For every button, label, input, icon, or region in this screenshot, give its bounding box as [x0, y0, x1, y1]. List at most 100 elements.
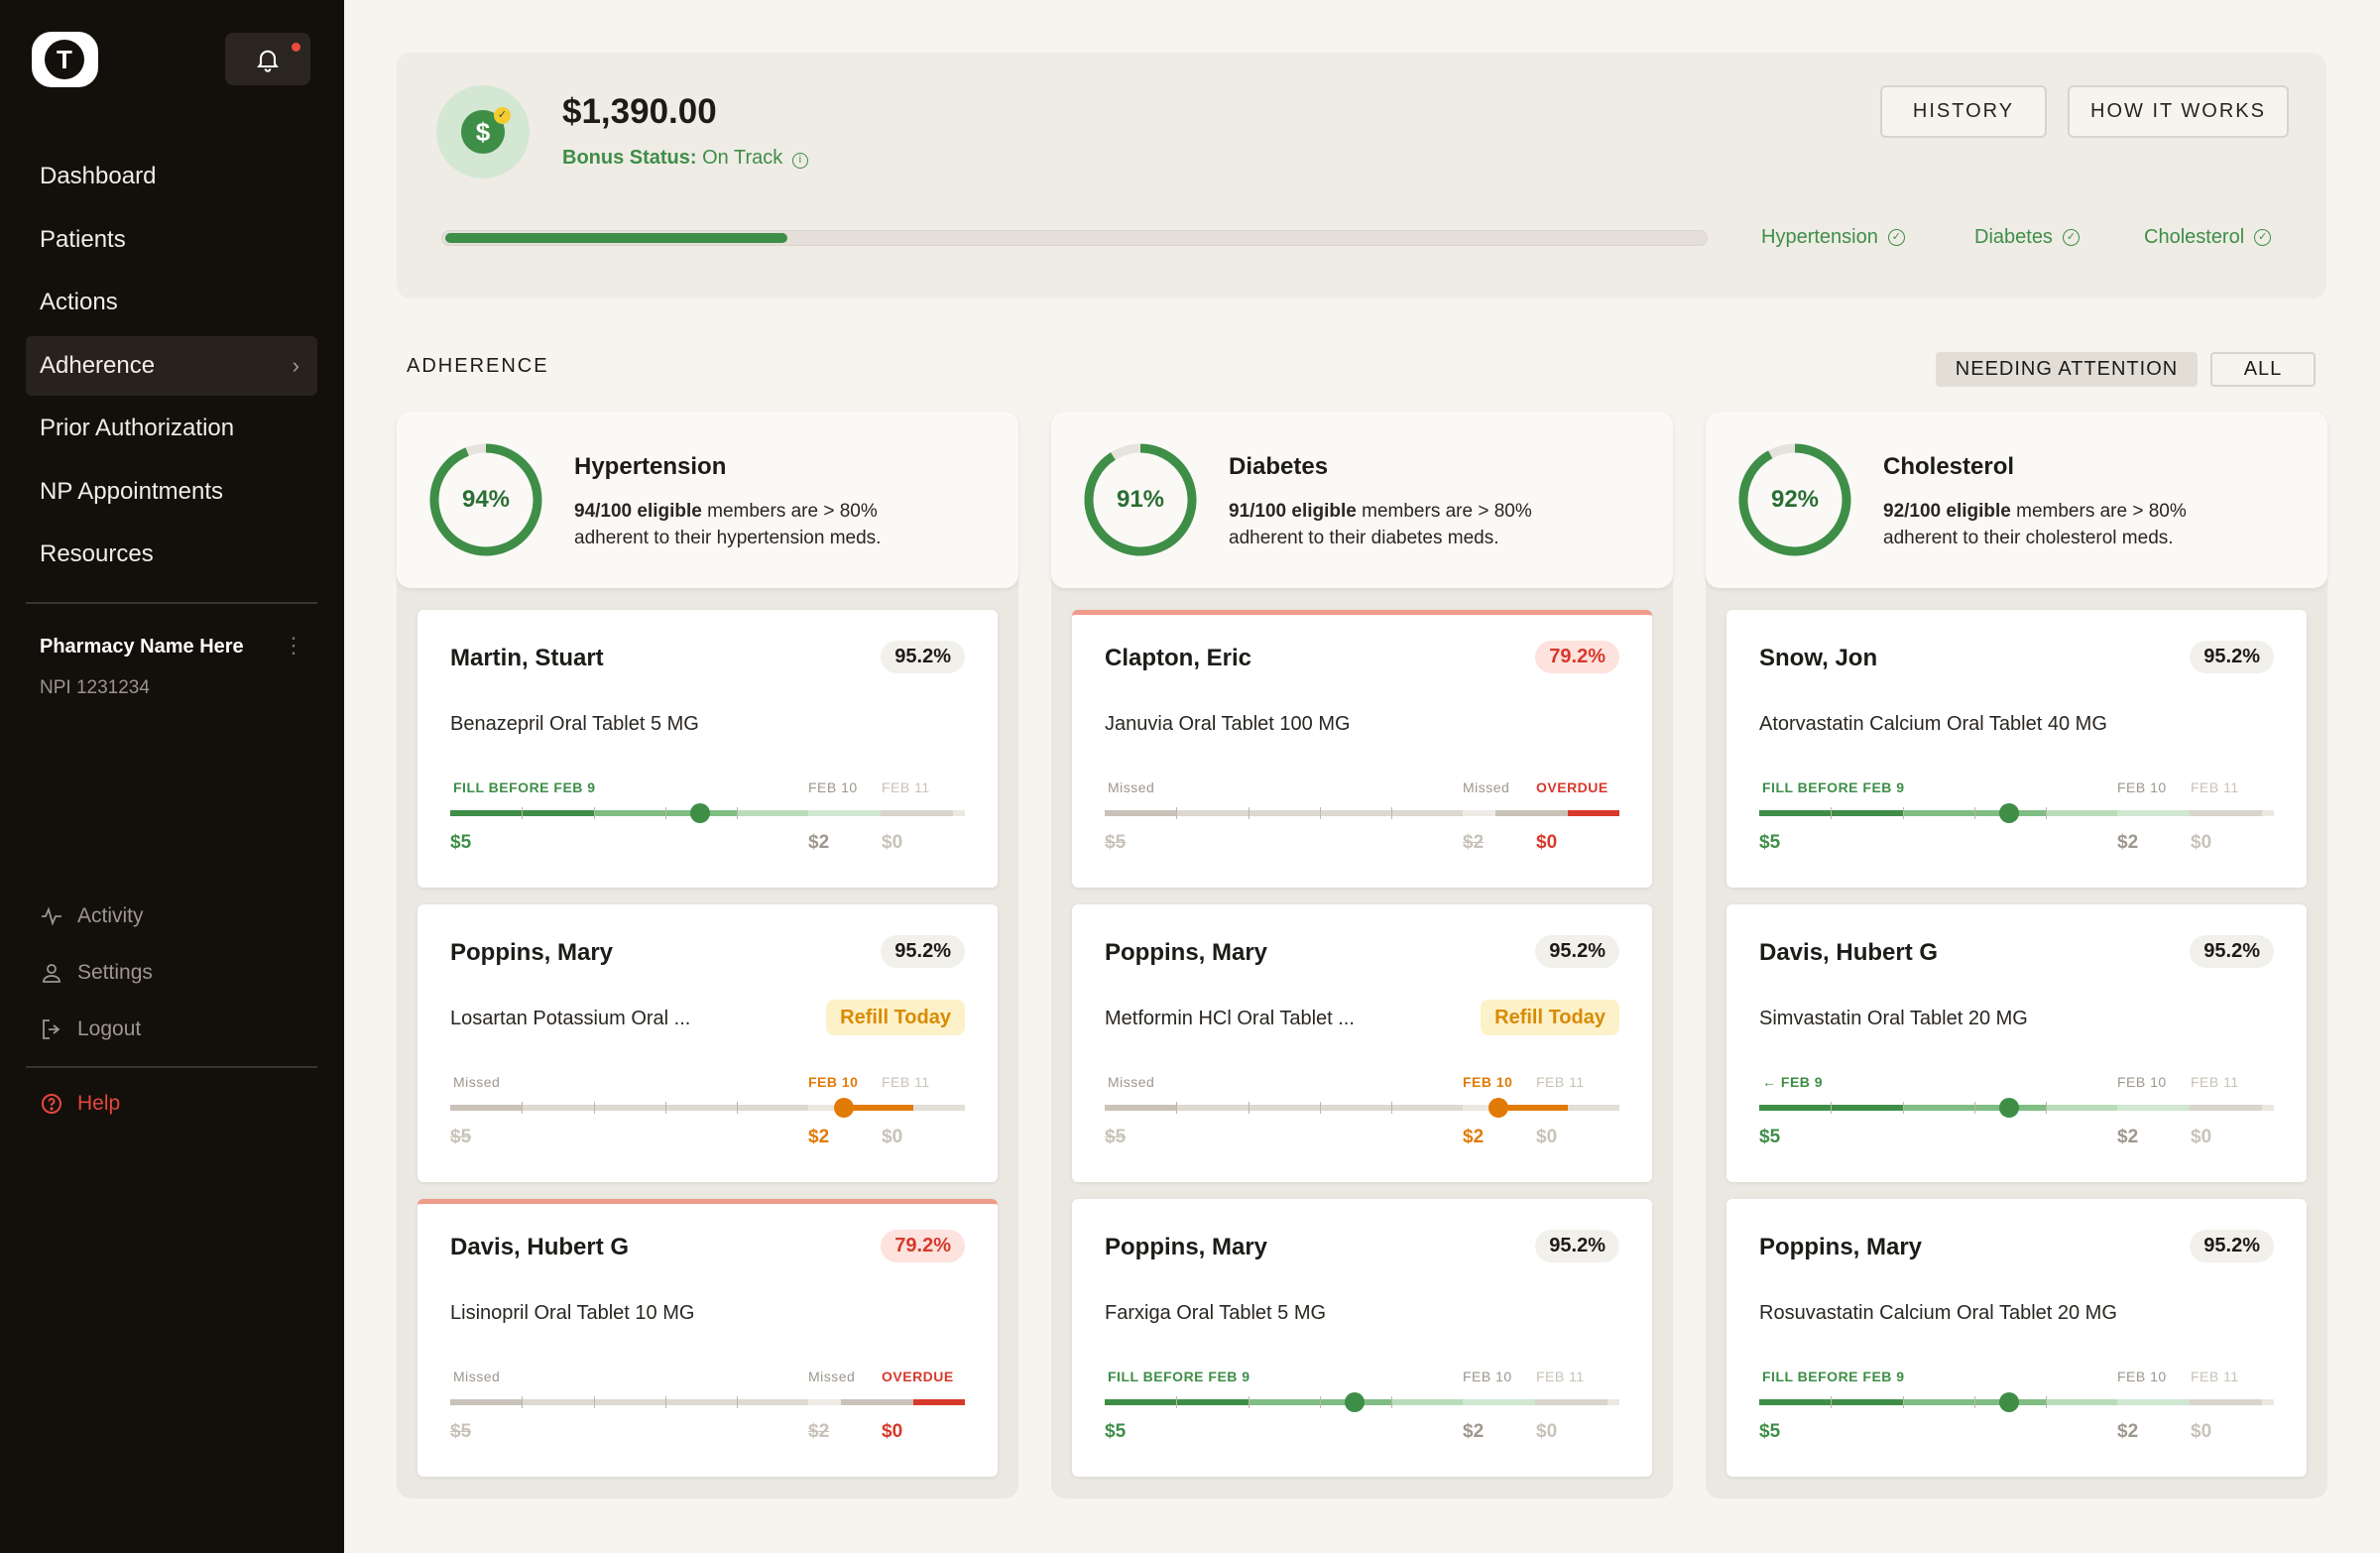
adherence-percent-badge: 95.2% [2190, 641, 2274, 673]
timeline-segment [1607, 1399, 1619, 1405]
sidebar-item-logout[interactable]: Logout [40, 1017, 141, 1041]
adherence-column: 92% Cholesterol 92/100 eligible members ar… [1706, 412, 2327, 1498]
sidebar-item-label: NP Appointments [40, 477, 224, 505]
sidebar-item-label: Settings [77, 961, 153, 984]
timeline-start-label: FILL BEFORE FEB 9 [1762, 1369, 1905, 1384]
timeline-segment [913, 1399, 965, 1405]
help-link[interactable]: Help [40, 1092, 120, 1116]
sidebar-item-prior-authorization[interactable]: Prior Authorization [26, 399, 317, 458]
filter-needing-attention[interactable]: NEEDING ATTENTION [1936, 352, 2198, 387]
patient-card[interactable]: Poppins, Mary 95.2% Rosuvastatin Calcium O… [1726, 1199, 2307, 1477]
condition-label: Hypertension [1761, 226, 1878, 248]
app-logo[interactable]: T [32, 32, 98, 87]
price-1: $5 [1105, 832, 1127, 853]
filter-all[interactable]: ALL [2210, 352, 2316, 387]
patient-card[interactable]: Poppins, Mary 95.2% Losartan Potassium Ora… [417, 904, 998, 1182]
patient-card[interactable]: Martin, Stuart 95.2% Benazepril Oral Table… [417, 610, 998, 888]
patient-name: Clapton, Eric [1105, 645, 1252, 671]
bonus-progress-fill [445, 233, 787, 243]
patient-card[interactable]: Davis, Hubert G 79.2% Lisinopril Oral Tabl… [417, 1199, 998, 1477]
sidebar-item-label: Logout [77, 1017, 142, 1040]
sidebar-item-activity[interactable]: Activity [40, 904, 144, 928]
timeline-tick [594, 1396, 595, 1408]
patient-card[interactable]: Poppins, Mary 95.2% Metformin HCl Oral Tab… [1072, 904, 1652, 1182]
sidebar: T Dashboard Patients Actions Adherence › Prio… [0, 0, 344, 1553]
price-2: $2 [2117, 1127, 2139, 1147]
pharmacy-menu-icon[interactable]: ⋮ [283, 633, 304, 658]
timeline-tick [1831, 1396, 1832, 1408]
sidebar-item-settings[interactable]: Settings [40, 961, 153, 985]
sidebar-item-np-appointments[interactable]: NP Appointments [26, 462, 317, 522]
timeline-segment [2046, 810, 2117, 816]
patient-name: Davis, Hubert G [450, 1234, 630, 1260]
medication-name: Rosuvastatin Calcium Oral Tablet 20 MG [1759, 1302, 2117, 1324]
price-3: $0 [2191, 832, 2212, 853]
timeline-date-1: Missed [808, 1369, 856, 1384]
timeline-segment [2117, 1399, 2190, 1405]
timeline-tick [2046, 1102, 2047, 1114]
adherence-percent-badge: 79.2% [881, 1230, 965, 1262]
timeline-segment [913, 1105, 965, 1111]
user-icon [43, 964, 60, 983]
adherence-percent-badge: 95.2% [881, 935, 965, 968]
timeline-segment [1535, 1399, 1607, 1405]
condition-cholesterol: Cholesterol ✓ [2144, 226, 2272, 249]
info-icon[interactable]: i [791, 153, 808, 169]
adherence-ring: 91% [1083, 442, 1198, 557]
sidebar-item-dashboard[interactable]: Dashboard [26, 147, 317, 206]
price-2: $2 [808, 1421, 830, 1442]
patient-name: Poppins, Mary [1759, 1234, 1923, 1260]
timeline-date-1: FEB 10 [2117, 1369, 2167, 1384]
timeline-start-label: FILL BEFORE FEB 9 [1762, 779, 1905, 795]
timeline-date-2: FEB 11 [1536, 1369, 1585, 1384]
ring-percent: 92% [1770, 486, 1820, 513]
bonus-status-label: Bonus Status: [562, 147, 697, 169]
timeline-tick [1831, 1102, 1832, 1114]
notifications-button[interactable] [225, 33, 310, 85]
summary-text-2: adherent to their hypertension meds. [574, 528, 882, 548]
eligible-count: 91/100 eligible [1229, 501, 1357, 522]
timeline-tick [1974, 1102, 1975, 1114]
patient-card[interactable]: Clapton, Eric 79.2% Januvia Oral Tablet 10… [1072, 610, 1652, 888]
timeline-date-1: FEB 10 [808, 1074, 859, 1090]
adherence-ring: 92% [1737, 442, 1852, 557]
main-content: $ ✓ $1,390.00 Bonus Status: On Track i HI… [344, 0, 2380, 1553]
sidebar-item-patients[interactable]: Patients [26, 210, 317, 270]
sidebar-item-label: Prior Authorization [40, 415, 235, 441]
section-title: ADHERENCE [407, 355, 549, 377]
timeline-tick [1320, 807, 1321, 819]
timeline-track [1105, 1098, 1619, 1118]
timeline-segment [2262, 1105, 2274, 1111]
timeline-track [450, 1396, 965, 1408]
timeline-segment [1105, 810, 1177, 816]
price-1: $5 [450, 832, 472, 853]
price-2: $2 [1463, 832, 1485, 853]
price-3: $0 [2191, 1127, 2212, 1147]
timeline-date-1: Missed [1463, 779, 1510, 795]
timeline-segment [881, 810, 953, 816]
history-button[interactable]: HISTORY [1880, 85, 2047, 138]
sidebar-item-actions[interactable]: Actions [26, 273, 317, 332]
timeline-knob [1998, 803, 2019, 823]
patient-card[interactable]: Poppins, Mary 95.2% Farxiga Oral Tablet 5 … [1072, 1199, 1652, 1477]
timeline-tick [1249, 1396, 1250, 1408]
sidebar-item-resources[interactable]: Resources [26, 525, 317, 584]
price-2: $2 [2117, 832, 2139, 853]
timeline-tick [1974, 807, 1975, 819]
price-3: $0 [1536, 1421, 1558, 1442]
timeline-segment [1463, 1399, 1535, 1405]
adherence-percent-badge: 95.2% [2190, 935, 2274, 968]
patient-card[interactable]: Snow, Jon 95.2% Atorvastatin Calcium Oral … [1726, 610, 2307, 888]
check-circle-icon: ✓ [1887, 229, 1905, 246]
sidebar-item-adherence[interactable]: Adherence › [26, 335, 317, 396]
price-1: $5 [1105, 1421, 1127, 1442]
timeline-tick [737, 807, 738, 819]
refill-today-badge[interactable]: Refill Today [826, 1000, 965, 1035]
help-icon [42, 1094, 61, 1114]
how-it-works-button[interactable]: HOW IT WORKS [2068, 85, 2289, 138]
patient-card[interactable]: Davis, Hubert G 95.2% Simvastatin Oral Tab… [1726, 904, 2307, 1182]
timeline-segment [2190, 1399, 2262, 1405]
refill-today-badge[interactable]: Refill Today [1481, 1000, 1619, 1035]
timeline-segment [2262, 1399, 2274, 1405]
price-1: $5 [1759, 1421, 1781, 1442]
